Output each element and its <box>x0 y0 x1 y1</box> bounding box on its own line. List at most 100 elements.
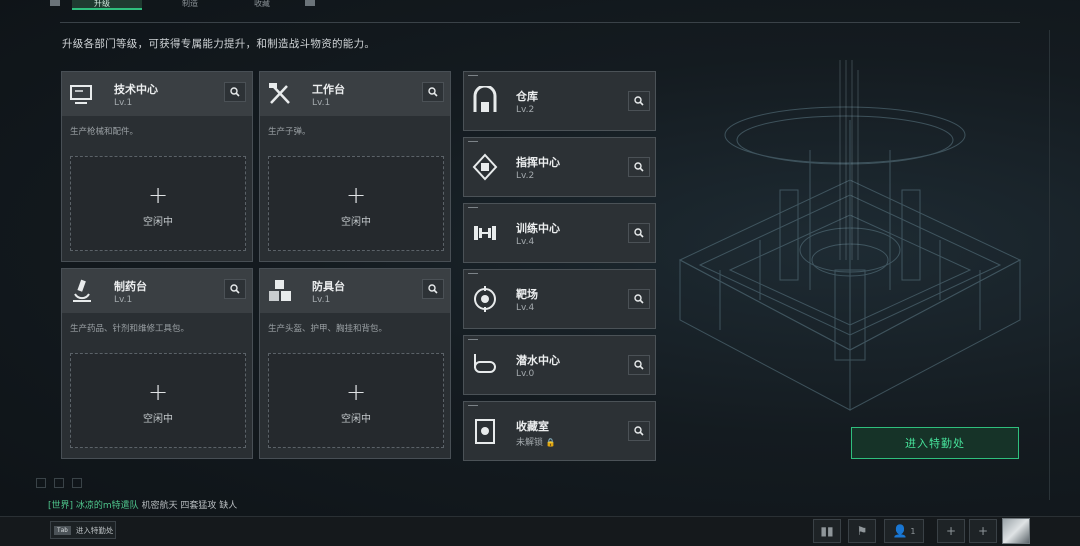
search-icon <box>634 162 644 172</box>
shortcut-label: 进入特勤处 <box>75 525 114 535</box>
target-icon <box>474 286 496 312</box>
microscope-icon <box>73 279 91 302</box>
stats-icon[interactable]: ▮▮ <box>813 519 841 543</box>
inspect-button[interactable] <box>628 355 650 375</box>
facility-item-training-center[interactable]: 训练中心 Lv.4 <box>463 203 656 263</box>
production-slot[interactable]: + 空闲中 <box>70 156 246 251</box>
facility-name: 潜水中心 <box>516 354 560 367</box>
facility-item-diving-center[interactable]: 潜水中心 Lv.0 <box>463 335 656 395</box>
boxes-icon <box>269 280 291 301</box>
facility-card-pharmacy[interactable]: 制药台 Lv.1 生产药品、针剂和维修工具包。 + 空闲中 <box>61 268 253 459</box>
search-icon <box>230 284 240 294</box>
decor-square <box>36 478 46 488</box>
facility-item-shooting-range[interactable]: 靶场 Lv.4 <box>463 269 656 329</box>
decor-square <box>54 478 64 488</box>
page-subtitle: 升级各部门等级，可获得专属能力提升，和制造战斗物资的能力。 <box>62 38 376 50</box>
search-icon <box>634 96 644 106</box>
card-header: 技术中心 Lv.1 <box>62 72 252 116</box>
card-description: 生产枪械和配件。 <box>70 127 139 137</box>
inspect-button[interactable] <box>422 279 444 299</box>
tab-label: 升级 <box>94 0 110 8</box>
inspect-button[interactable] <box>628 421 650 441</box>
card-header: 工作台 Lv.1 <box>260 72 450 116</box>
facility-card-workbench[interactable]: 工作台 Lv.1 生产子弹。 + 空闲中 <box>259 71 451 262</box>
card-header: 防具台 Lv.1 <box>260 269 450 313</box>
inspect-button[interactable] <box>422 82 444 102</box>
slot-status: 空闲中 <box>143 217 173 228</box>
enter-ops-shortcut[interactable]: Tab 进入特勤处 <box>50 521 116 539</box>
lock-icon: 🔒 <box>545 438 556 447</box>
facility-name: 收藏室 <box>516 420 549 433</box>
tab-upgrade[interactable]: 升级 <box>72 0 142 10</box>
production-slot[interactable]: + 空闲中 <box>268 353 444 448</box>
inspect-button[interactable] <box>224 279 246 299</box>
card-name: 技术中心 <box>114 83 158 96</box>
search-icon <box>634 294 644 304</box>
avatar[interactable] <box>1002 518 1030 544</box>
facility-level: Lv.2 <box>516 105 535 115</box>
production-slot[interactable]: + 空闲中 <box>268 156 444 251</box>
hud-frame <box>1030 30 1050 500</box>
inspect-button[interactable] <box>628 289 650 309</box>
monitor-icon <box>70 85 92 104</box>
plus-icon: + <box>345 378 367 406</box>
card-description: 生产头盔、护甲、胸挂和背包。 <box>268 324 388 334</box>
diving-mask-icon <box>474 354 496 373</box>
search-icon <box>634 426 644 436</box>
enter-special-ops-button[interactable]: 进入特勤处 <box>851 427 1019 459</box>
flag-icon[interactable]: ⚑ <box>848 519 876 543</box>
tab-label: 制造 <box>182 0 198 8</box>
chat-message: 机密航天 四套猛攻 缺人 <box>141 501 238 511</box>
tab-craft[interactable]: 制造 <box>160 0 220 10</box>
plus-icon: + <box>147 378 169 406</box>
tab-label: 收藏 <box>254 0 270 8</box>
facility-card-armor-bench[interactable]: 防具台 Lv.1 生产头盔、护甲、胸挂和背包。 + 空闲中 <box>259 268 451 459</box>
key-hint: Tab <box>54 525 71 535</box>
nav-prev-marker[interactable] <box>50 0 60 6</box>
chat-sender[interactable]: 冰凉的m特遣队 <box>76 501 139 511</box>
friends-icon: 👤 <box>892 524 908 538</box>
card-level: Lv.1 <box>312 295 331 305</box>
add-icon[interactable]: + <box>969 519 997 543</box>
collection-icon <box>475 419 495 444</box>
search-icon <box>230 87 240 97</box>
tools-icon <box>269 83 290 104</box>
inspect-button[interactable] <box>224 82 246 102</box>
facility-name: 仓库 <box>516 90 538 103</box>
facility-name: 训练中心 <box>516 222 560 235</box>
friends-button[interactable]: 👤 1 <box>884 519 924 543</box>
plus-icon: + <box>147 181 169 209</box>
search-icon <box>634 228 644 238</box>
inspect-button[interactable] <box>628 157 650 177</box>
search-icon <box>634 360 644 370</box>
card-level: Lv.1 <box>114 98 133 108</box>
facility-name: 指挥中心 <box>516 156 560 169</box>
facility-card-tech-center[interactable]: 技术中心 Lv.1 生产枪械和配件。 + 空闲中 <box>61 71 253 262</box>
card-name: 防具台 <box>312 280 345 293</box>
facility-lock-status: 未解锁 🔒 <box>516 435 556 448</box>
card-level: Lv.1 <box>114 295 133 305</box>
plus-icon: + <box>345 181 367 209</box>
top-divider <box>60 22 1020 23</box>
facility-level: Lv.4 <box>516 237 535 247</box>
add-icon[interactable]: + <box>937 519 965 543</box>
inspect-button[interactable] <box>628 91 650 111</box>
friends-count: 1 <box>910 526 916 536</box>
card-header: 制药台 Lv.1 <box>62 269 252 313</box>
slot-status: 空闲中 <box>341 217 371 228</box>
facility-level: Lv.0 <box>516 369 535 379</box>
facility-level: 未解锁 <box>516 438 544 448</box>
inspect-button[interactable] <box>628 223 650 243</box>
facility-level: Lv.2 <box>516 171 535 181</box>
card-name: 工作台 <box>312 83 345 96</box>
facility-item-warehouse[interactable]: 仓库 Lv.2 <box>463 71 656 131</box>
facility-item-command-center[interactable]: 指挥中心 Lv.2 <box>463 137 656 197</box>
tab-collection[interactable]: 收藏 <box>232 0 292 10</box>
nav-next-marker[interactable] <box>305 0 315 6</box>
chip-icon <box>472 153 498 181</box>
chat-line[interactable]: [世界] 冰凉的m特遣队 机密航天 四套猛攻 缺人 <box>48 498 237 511</box>
facility-item-collection-room[interactable]: 收藏室 未解锁 🔒 <box>463 401 656 461</box>
card-description: 生产药品、针剂和维修工具包。 <box>70 324 190 334</box>
production-slot[interactable]: + 空闲中 <box>70 353 246 448</box>
chat-channel: [世界] <box>48 501 74 511</box>
